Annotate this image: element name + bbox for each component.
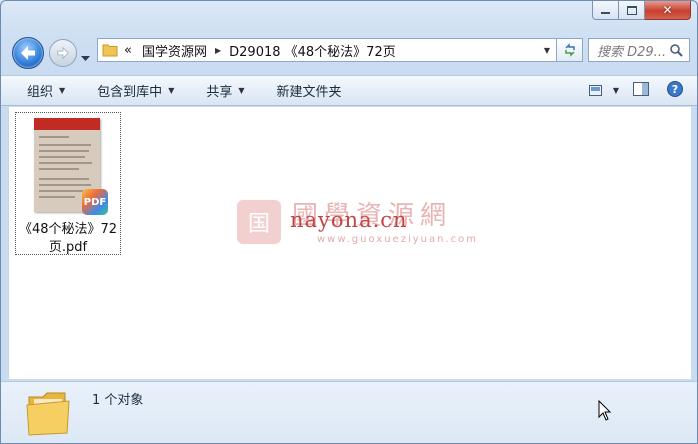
help-button[interactable]: ?	[667, 80, 683, 101]
pdf-icon: PDF	[82, 189, 108, 215]
recent-pages-dropdown[interactable]	[81, 47, 90, 66]
include-in-library-button[interactable]: 包含到库中 ▼	[91, 79, 180, 102]
caption-buttons: ✕	[592, 1, 691, 20]
chevron-down-icon: ▼	[168, 86, 175, 95]
address-history-dropdown[interactable]: ▼	[544, 46, 550, 55]
minimize-icon	[601, 12, 610, 14]
close-icon: ✕	[662, 3, 673, 17]
preview-pane-icon	[633, 81, 649, 96]
preview-pane-button[interactable]	[633, 81, 649, 100]
watermark-url: nayona.cn	[290, 208, 408, 232]
file-name[interactable]: 《48个秘法》72 页.pdf	[16, 221, 120, 257]
item-count: 1 个对象	[92, 393, 144, 408]
cursor-icon	[598, 400, 612, 421]
details-pane: 1 个对象	[1, 381, 697, 443]
search-icon[interactable]	[669, 43, 683, 57]
folder-icon	[26, 392, 70, 436]
file-item[interactable]: PDF 《48个秘法》72 页.pdf	[15, 112, 121, 255]
address-chevron[interactable]: «	[124, 43, 132, 58]
explorer-window: ✕ « 国学资源网 ▶ D29018 《48个秘法》72页 ▼ 搜索 D29..…	[0, 0, 698, 444]
back-arrow-icon	[21, 46, 35, 60]
forward-button[interactable]	[49, 39, 77, 67]
maximize-button[interactable]	[619, 1, 645, 20]
view-options-button[interactable]: ▼	[588, 84, 619, 97]
file-list[interactable]: PDF 《48个秘法》72 页.pdf 国 國學資源網 nayona.cn ww…	[8, 107, 691, 379]
help-icon: ?	[667, 80, 683, 97]
address-bar[interactable]: « 国学资源网 ▶ D29018 《48个秘法》72页 ▼	[97, 38, 557, 62]
breadcrumb-root[interactable]: 国学资源网	[142, 41, 207, 60]
close-button[interactable]: ✕	[645, 1, 691, 20]
chevron-down-icon: ▼	[612, 86, 619, 95]
toolbar-right: ▼ ?	[588, 76, 697, 105]
search-box[interactable]: 搜索 D29...	[588, 38, 690, 62]
folder-icon	[102, 44, 118, 57]
include-in-library-label: 包含到库中	[97, 85, 163, 100]
file-name-line2: 页.pdf	[48, 240, 88, 255]
breadcrumb-separator[interactable]: ▶	[215, 46, 221, 55]
watermark-logo: 国	[237, 200, 281, 244]
share-label: 共享	[206, 85, 233, 100]
watermark-small-text: www.guoxueziyuan.com	[317, 234, 478, 245]
refresh-icon	[564, 43, 575, 57]
chevron-down-icon	[81, 56, 90, 61]
forward-arrow-icon	[57, 47, 69, 59]
maximize-icon	[626, 5, 637, 15]
view-icon	[588, 84, 602, 96]
breadcrumb-current[interactable]: D29018 《48个秘法》72页	[229, 41, 396, 60]
organize-label: 组织	[27, 85, 54, 100]
back-button[interactable]	[12, 37, 44, 69]
search-input[interactable]: 搜索 D29...	[597, 41, 667, 60]
share-button[interactable]: 共享 ▼	[200, 79, 250, 102]
svg-text:?: ?	[672, 83, 678, 96]
organize-button[interactable]: 组织 ▼	[21, 79, 71, 102]
command-bar: 组织 ▼ 包含到库中 ▼ 共享 ▼ 新建文件夹 ▼ ?	[1, 75, 697, 106]
watermark: 国 國學資源網 nayona.cn www.guoxueziyuan.com	[237, 195, 487, 255]
new-folder-button[interactable]: 新建文件夹	[271, 79, 348, 102]
new-folder-label: 新建文件夹	[276, 85, 342, 100]
file-name-line1: 《48个秘法》72	[18, 222, 118, 237]
minimize-button[interactable]	[592, 1, 619, 20]
refresh-button[interactable]	[557, 38, 583, 62]
chevron-down-icon: ▼	[59, 86, 66, 95]
chevron-down-icon: ▼	[238, 86, 245, 95]
